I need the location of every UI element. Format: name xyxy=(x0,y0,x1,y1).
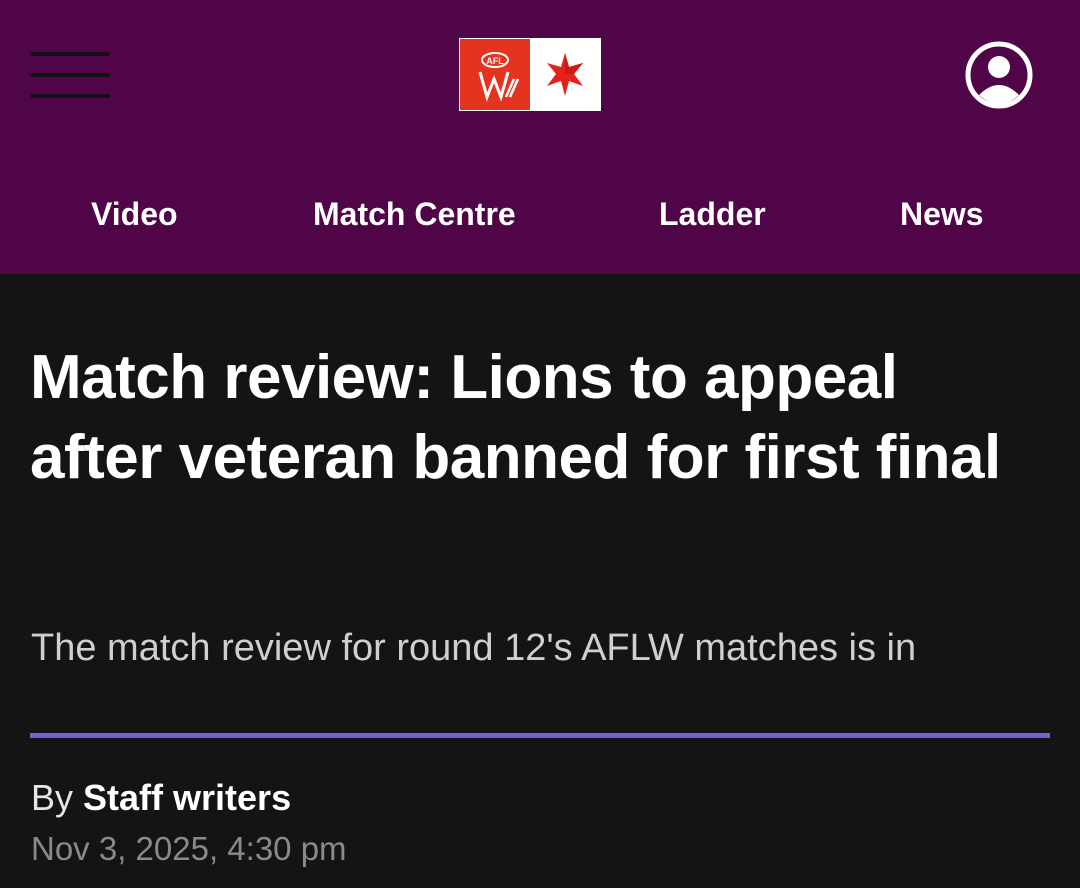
user-account-icon[interactable] xyxy=(964,40,1034,110)
aflw-logo[interactable]: AFL xyxy=(459,38,601,111)
site-header: AFL Video Match Centre Ladder News xyxy=(0,0,1080,274)
nav-item-match-centre[interactable]: Match Centre xyxy=(313,194,516,234)
menu-line xyxy=(30,52,110,56)
aflw-emblem-icon: AFL xyxy=(478,52,520,102)
menu-line xyxy=(30,94,110,98)
nav-item-video[interactable]: Video xyxy=(91,194,178,234)
nav-item-news[interactable]: News xyxy=(900,194,984,234)
hamburger-menu-icon[interactable] xyxy=(30,52,110,98)
afl-logo-text: AFL xyxy=(486,56,504,66)
article-timestamp: Nov 3, 2025, 4:30 pm xyxy=(31,830,347,867)
byline-prefix: By xyxy=(31,777,74,818)
article-header: Match review: Lions to appeal after vete… xyxy=(0,274,1080,888)
nav-item-ladder[interactable]: Ladder xyxy=(659,194,766,234)
article-headline: Match review: Lions to appeal after vete… xyxy=(30,343,1001,492)
nab-star-icon xyxy=(530,39,600,110)
byline-author[interactable]: Staff writers xyxy=(83,777,291,818)
main-navigation: Video Match Centre Ladder News xyxy=(0,180,1080,250)
article-standfirst: The match review for round 12's AFLW mat… xyxy=(31,627,917,669)
menu-line xyxy=(30,73,110,77)
accent-divider xyxy=(30,733,1050,738)
aflw-logo-mark: AFL xyxy=(460,39,530,110)
article-byline: By Staff writers xyxy=(31,776,291,820)
